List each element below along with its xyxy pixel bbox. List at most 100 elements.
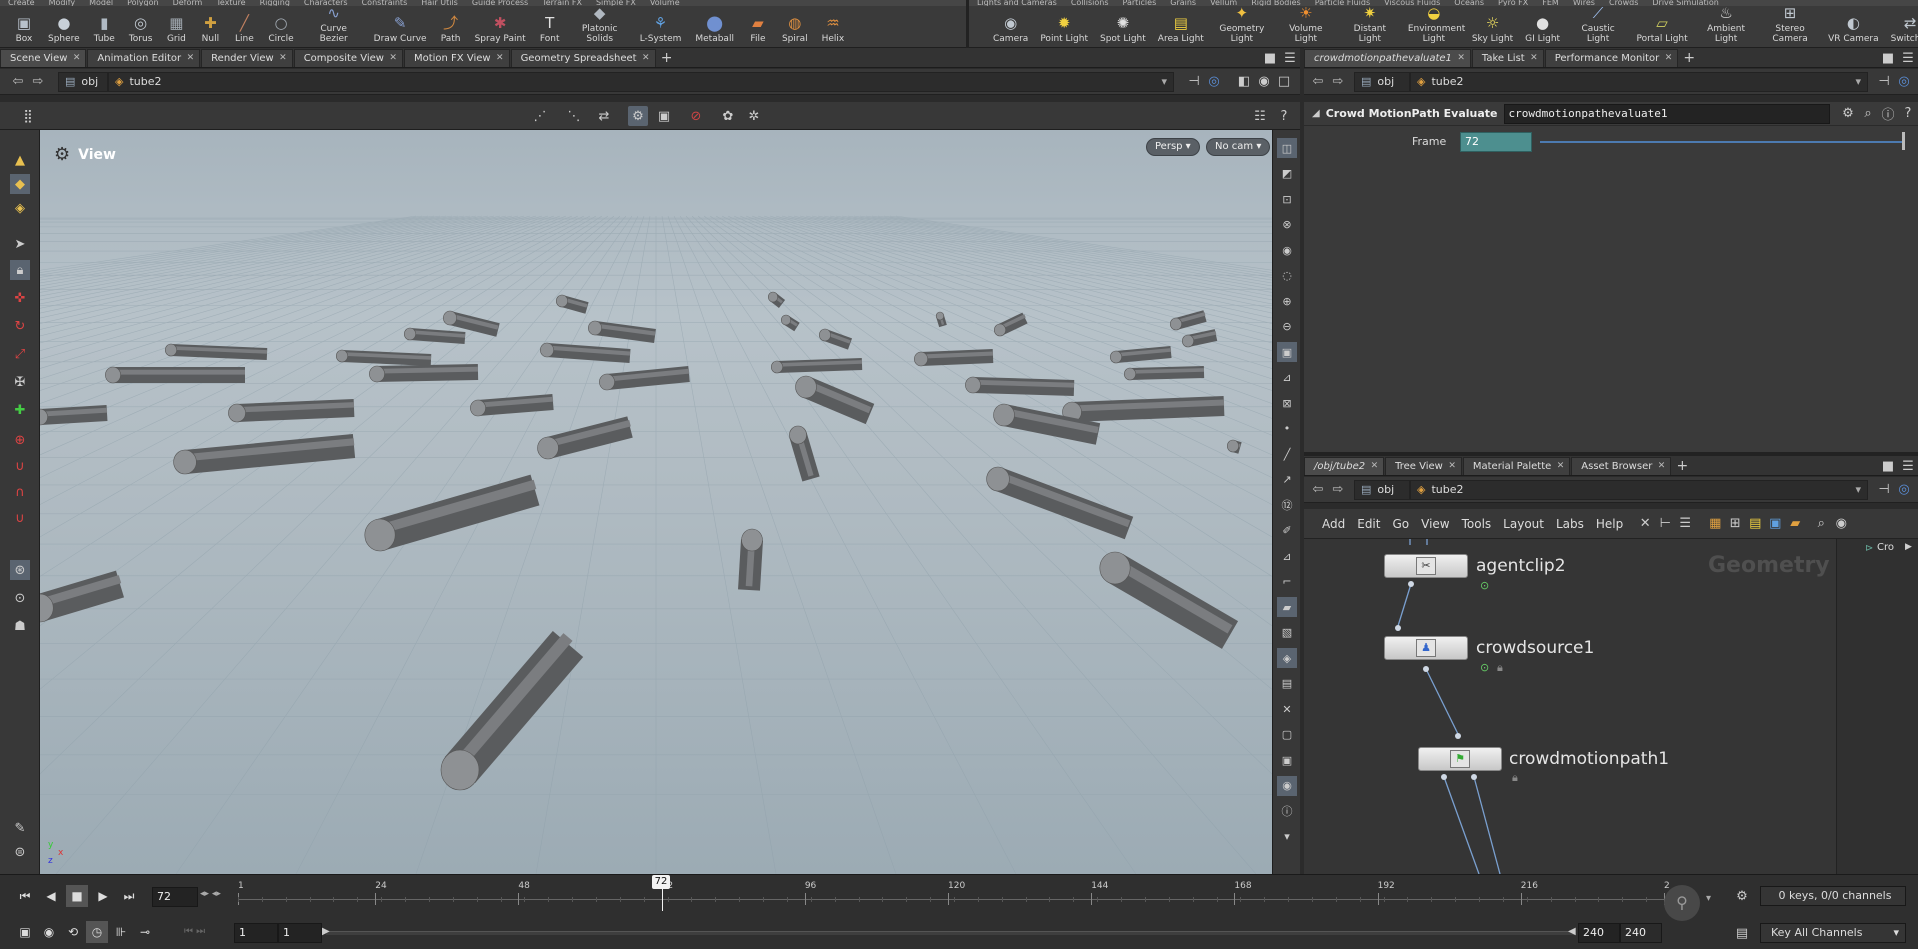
forward-arrow-icon[interactable]: ⇨ bbox=[1328, 74, 1348, 89]
step-back-icon[interactable]: ◀ bbox=[40, 885, 62, 907]
tube-object[interactable] bbox=[965, 376, 1075, 396]
help-icon[interactable]: ? bbox=[1898, 104, 1918, 124]
close-icon[interactable]: ✕ bbox=[1371, 458, 1379, 475]
vector-icon[interactable]: ↗ bbox=[1277, 470, 1297, 490]
tube-object[interactable] bbox=[1227, 439, 1242, 454]
close-icon[interactable]: ✕ bbox=[1457, 50, 1465, 67]
bottom-tool-icon[interactable]: ⊜ bbox=[10, 842, 30, 862]
tab-performance-monitor[interactable]: Performance Monitor ✕ bbox=[1544, 49, 1679, 67]
vertex-icon[interactable]: ⊿ bbox=[1277, 546, 1297, 566]
layout-icon[interactable]: ⊞ bbox=[1725, 514, 1745, 534]
tree-icon[interactable]: ⊢ bbox=[1655, 514, 1675, 534]
back-arrow-icon[interactable]: ⇦ bbox=[8, 74, 28, 89]
shelf-tool-helix[interactable]: ♒ Helix bbox=[822, 6, 845, 44]
key-all-channels-menu[interactable]: Key All Channels ▾ bbox=[1760, 923, 1906, 943]
breadcrumb-root[interactable]: ▤ obj bbox=[58, 71, 108, 92]
timeline-ruler[interactable]: 1244872961201441681922162 bbox=[238, 877, 1670, 911]
select-primitives-icon[interactable]: ⇄ bbox=[594, 106, 614, 126]
tube-object[interactable] bbox=[780, 314, 800, 332]
handle-tool-icon[interactable]: ✚ bbox=[10, 400, 30, 420]
gear-icon[interactable]: ⚙ bbox=[1838, 104, 1858, 124]
pin-icon[interactable]: ⊣ bbox=[1874, 72, 1894, 92]
close-icon[interactable]: ✕ bbox=[642, 50, 650, 67]
shelf-tool-geometry-light[interactable]: ✦ Geometry Light bbox=[1216, 4, 1268, 44]
tube-object[interactable] bbox=[40, 405, 108, 426]
tab-network-obj-tube2[interactable]: /obj/tube2 ✕ bbox=[1304, 457, 1385, 475]
tube-object[interactable] bbox=[369, 364, 479, 383]
shelf-tool-line[interactable]: ╱ Line bbox=[234, 6, 254, 44]
tube-object[interactable] bbox=[767, 291, 786, 308]
shelf-tool-stereo-camera[interactable]: ⊞ Stereo Camera bbox=[1764, 4, 1816, 44]
tube-object[interactable] bbox=[1062, 396, 1225, 423]
current-frame-field[interactable]: 72 bbox=[152, 887, 198, 907]
close-icon[interactable]: ✕ bbox=[73, 50, 81, 67]
realtime-icon[interactable]: ▣ bbox=[14, 921, 36, 943]
paint-icon[interactable]: ✎ bbox=[10, 818, 30, 838]
shelf-tool-distant-light[interactable]: ✷ Distant Light bbox=[1344, 4, 1396, 44]
tube-object[interactable] bbox=[364, 474, 540, 552]
shelf-tool-l-system[interactable]: ⚘ L-System bbox=[640, 6, 682, 44]
toolbar-menu-icon[interactable]: ☷ bbox=[1250, 106, 1270, 126]
side-panel-label[interactable]: Cro bbox=[1877, 542, 1894, 553]
frame-field[interactable]: 72 bbox=[1460, 132, 1532, 152]
render-region-icon[interactable]: □ bbox=[1274, 72, 1294, 92]
dropdown-icon[interactable]: ▾ bbox=[1855, 483, 1861, 496]
frame-slider[interactable] bbox=[1540, 141, 1904, 143]
corner-icon[interactable]: ⌐ bbox=[1277, 572, 1297, 592]
display-points-icon[interactable]: ▣ bbox=[1277, 342, 1297, 362]
link-icon[interactable]: ◎ bbox=[1204, 72, 1224, 92]
render-icon[interactable]: ⊙ bbox=[10, 588, 30, 608]
jump-start-icon[interactable]: ⏮ bbox=[14, 885, 36, 907]
snap-options-icon[interactable]: ✿ bbox=[718, 106, 738, 126]
tab-take-list[interactable]: Take List ✕ bbox=[1471, 49, 1544, 67]
dropdown-icon[interactable]: ▾ bbox=[1855, 75, 1861, 88]
bone-icon[interactable]: ✕ bbox=[1277, 699, 1297, 719]
shelf-tool-draw-curve[interactable]: ✎ Draw Curve bbox=[374, 6, 427, 44]
shelf-tool-camera[interactable]: ◉ Camera bbox=[993, 6, 1028, 44]
view-tool-icon[interactable]: ▲ bbox=[10, 150, 30, 170]
edge-icon[interactable]: ╱ bbox=[1277, 444, 1297, 464]
lock-camera-icon[interactable]: ⊡ bbox=[1277, 189, 1297, 209]
menu-help[interactable]: Help bbox=[1596, 517, 1623, 531]
shelf-tool-circle[interactable]: ○ Circle bbox=[268, 6, 293, 44]
node-name-field[interactable]: crowdmotionpathevaluate1 bbox=[1503, 103, 1830, 124]
dolly-icon[interactable]: ⊕ bbox=[10, 430, 30, 450]
geometry-icon[interactable]: ▤ bbox=[1277, 674, 1297, 694]
view-mode-icon[interactable]: ◆ bbox=[10, 174, 30, 194]
close-icon[interactable]: ✕ bbox=[1658, 458, 1666, 475]
tube-object[interactable] bbox=[1099, 551, 1239, 649]
tube-object[interactable] bbox=[738, 528, 763, 591]
tube-object[interactable] bbox=[1182, 329, 1218, 348]
shelf-tool-path[interactable]: ⤴ Path bbox=[441, 6, 461, 44]
tab-tree-view[interactable]: Tree View ✕ bbox=[1385, 457, 1462, 475]
uv-icon[interactable]: ⊠ bbox=[1277, 393, 1297, 413]
node-crowdmotionpath1[interactable]: ⚑ bbox=[1418, 747, 1502, 771]
tube-object[interactable] bbox=[470, 394, 554, 417]
light-icon[interactable]: ◉ bbox=[1277, 240, 1297, 260]
list-icon[interactable]: ☰ bbox=[1675, 514, 1695, 534]
select-visible-icon[interactable]: ▣ bbox=[654, 106, 674, 126]
camera-menu-icon[interactable]: ◉ bbox=[1254, 72, 1274, 92]
range-bar[interactable] bbox=[326, 931, 1574, 935]
bounds-icon[interactable]: ▰ bbox=[1277, 597, 1297, 617]
node-crowdsource1[interactable]: ♟ bbox=[1384, 636, 1468, 660]
breadcrumb-root[interactable]: ▤ obj bbox=[1354, 479, 1410, 500]
shelf-tool-spray-paint[interactable]: ✱ Spray Paint bbox=[475, 6, 526, 44]
select-edges-icon[interactable]: ⋱ bbox=[564, 106, 584, 126]
tube-object[interactable] bbox=[173, 434, 356, 475]
template-icon[interactable]: ▢ bbox=[1277, 725, 1297, 745]
tab-crowdmotionpathevaluate1[interactable]: crowdmotionpathevaluate1 ✕ bbox=[1304, 49, 1471, 67]
forward-arrow-icon[interactable]: ⇨ bbox=[1328, 482, 1348, 497]
search-icon[interactable]: ⌕ bbox=[1811, 514, 1831, 534]
shelf-tool-portal-light[interactable]: ▱ Portal Light bbox=[1636, 6, 1688, 44]
shelf-tool-box[interactable]: ▣ Box bbox=[14, 6, 34, 44]
info-icon[interactable]: ⓘ bbox=[1277, 801, 1297, 821]
shelf-tool-grid[interactable]: ▦ Grid bbox=[166, 6, 186, 44]
breadcrumb-node[interactable]: ◈ tube2 ▾ bbox=[108, 71, 1174, 92]
menu-add[interactable]: Add bbox=[1322, 517, 1345, 531]
note-icon[interactable]: ▤ bbox=[1745, 514, 1765, 534]
ghost-icon[interactable]: ◌ bbox=[1277, 266, 1297, 286]
select-tool-icon[interactable]: ➤ bbox=[10, 234, 30, 254]
menu-labs[interactable]: Labs bbox=[1556, 517, 1584, 531]
tube-object[interactable] bbox=[555, 294, 589, 314]
